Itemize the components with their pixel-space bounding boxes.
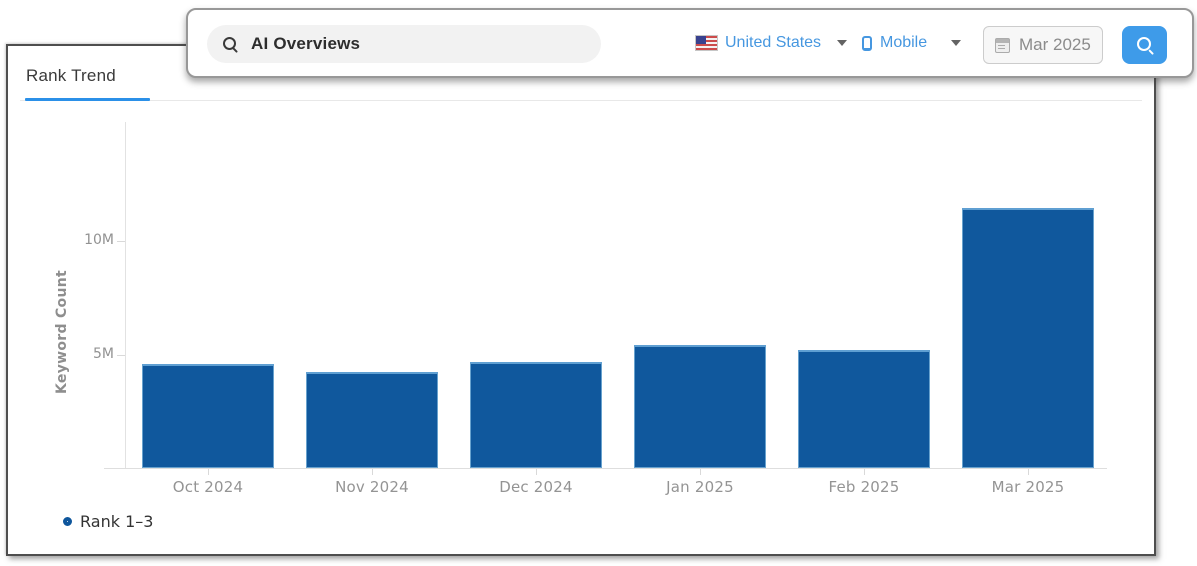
x-axis-line xyxy=(104,468,1107,469)
calendar-icon xyxy=(995,38,1010,53)
chart-legend[interactable]: Rank 1–3 xyxy=(63,512,153,531)
search-toolbar: AI Overviews United States Mobile Mar 20… xyxy=(186,8,1194,78)
legend-label: Rank 1–3 xyxy=(80,512,153,531)
us-flag-icon xyxy=(696,36,717,50)
search-button[interactable] xyxy=(1122,26,1167,64)
x-axis-label: Mar 2025 xyxy=(946,478,1110,496)
bar-feb-2025[interactable] xyxy=(798,350,930,468)
y-axis-label: 5M xyxy=(46,346,114,362)
y-axis-line xyxy=(125,122,126,468)
app-root: Rank Trend Keyword Count Oct 2024Nov 202… xyxy=(0,0,1197,566)
x-axis-tick xyxy=(208,469,209,475)
search-query-text: AI Overviews xyxy=(251,34,360,54)
tab-divider xyxy=(20,100,1142,101)
country-select-label: United States xyxy=(725,34,821,52)
x-axis-label: Oct 2024 xyxy=(126,478,290,496)
x-axis-label: Nov 2024 xyxy=(290,478,454,496)
search-input[interactable]: AI Overviews xyxy=(207,25,601,63)
y-axis-title: Keyword Count xyxy=(54,222,70,442)
bar-mar-2025[interactable] xyxy=(962,208,1094,468)
x-axis-tick xyxy=(1028,469,1029,475)
y-axis-label: 10M xyxy=(46,232,114,248)
legend-ring-icon xyxy=(63,517,72,526)
x-axis-label: Feb 2025 xyxy=(782,478,946,496)
x-axis-label: Dec 2024 xyxy=(454,478,618,496)
search-button-icon xyxy=(1137,37,1153,53)
rank-trend-chart: Keyword Count Oct 2024Nov 2024Dec 2024Ja… xyxy=(8,102,1154,502)
x-axis-tick xyxy=(372,469,373,475)
x-axis-label: Jan 2025 xyxy=(618,478,782,496)
device-select-label: Mobile xyxy=(880,34,927,52)
date-picker[interactable]: Mar 2025 xyxy=(983,26,1103,64)
search-icon xyxy=(223,37,238,52)
tab-rank-trend[interactable]: Rank Trend xyxy=(26,66,116,86)
mobile-icon xyxy=(862,36,872,51)
bar-oct-2024[interactable] xyxy=(142,364,274,468)
x-axis-tick xyxy=(700,469,701,475)
chevron-down-icon xyxy=(837,40,847,46)
bar-jan-2025[interactable] xyxy=(634,345,766,468)
tab-active-indicator xyxy=(25,98,150,101)
rank-trend-panel: Rank Trend Keyword Count Oct 2024Nov 202… xyxy=(6,44,1156,556)
country-select[interactable]: United States xyxy=(696,10,847,76)
chevron-down-icon xyxy=(951,40,961,46)
y-axis-tick xyxy=(117,241,125,242)
y-axis-tick xyxy=(117,355,125,356)
x-axis-tick xyxy=(864,469,865,475)
bar-dec-2024[interactable] xyxy=(470,362,602,468)
bar-nov-2024[interactable] xyxy=(306,372,438,468)
device-select[interactable]: Mobile xyxy=(862,10,961,76)
date-picker-value: Mar 2025 xyxy=(1019,35,1091,55)
x-axis-tick xyxy=(536,469,537,475)
